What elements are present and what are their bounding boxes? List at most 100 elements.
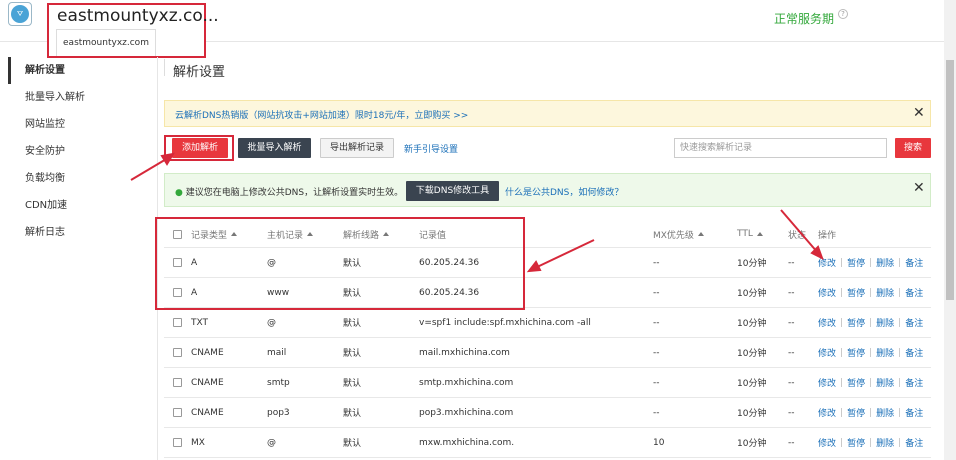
row-actions: 修改 | 暂停 | 删除 | 备注 [818,406,924,420]
close-icon[interactable]: ✕ [913,105,925,121]
table-row: CNAME pop3 默认 pop3.mxhichina.com -- 10分钟 -- 修改… [164,398,931,428]
help-icon[interactable]: ? [838,9,848,19]
row-actions: 修改 | 暂停 | 删除 | 备注 [818,436,924,450]
cell-status: -- [788,257,795,268]
domain-title[interactable]: eastmountyxz.co... [57,6,219,26]
note-link[interactable]: 备注 [905,406,923,419]
cell-mx: -- [653,407,660,418]
note-link[interactable]: 备注 [905,376,923,389]
sort-icon [756,232,763,236]
header-mx[interactable]: MX优先级 [653,221,704,247]
promo-link[interactable]: 云解析DNS热销版（网站抗攻击+网站加速）限时18元/年，立即购买 >> [175,108,468,121]
cell-ttl: 10分钟 [737,259,767,269]
row-actions: 修改 | 暂停 | 删除 | 备注 [818,316,924,330]
edit-link[interactable]: 修改 [818,256,836,269]
cell-value: mxw.mxhichina.com. [419,437,515,448]
search-button[interactable]: 搜索 [895,138,931,158]
cell-type: CNAME [191,347,224,358]
row-actions: 修改 | 暂停 | 删除 | 备注 [818,256,924,270]
sidebar-item-logs[interactable]: 解析日志 [8,219,157,246]
cell-mx: -- [653,257,660,268]
cell-host: @ [267,317,276,328]
sidebar-item-batch-import[interactable]: 批量导入解析 [8,84,157,111]
edit-link[interactable]: 修改 [818,346,836,359]
guide-link[interactable]: 新手引导设置 [404,142,458,155]
cell-host: smtp [267,377,290,388]
table-row: MX @ 默认 mxw.mxhichina.com. 10 10分钟 -- 修改 | 暂停 | … [164,428,931,458]
sidebar-item-load-balance[interactable]: 负载均衡 [8,165,157,192]
sidebar-item-site-monitor[interactable]: 网站监控 [8,111,157,138]
cell-type: MX [191,437,205,448]
cell-type: CNAME [191,407,224,418]
cell-line: 默认 [343,439,362,449]
row-checkbox[interactable] [173,428,182,457]
cell-ttl: 10分钟 [737,439,767,449]
pause-link[interactable]: 暂停 [847,346,865,359]
promo-banner: 云解析DNS热销版（网站抗攻击+网站加速）限时18元/年，立即购买 >> ✕ [164,100,931,127]
table-row: CNAME mail 默认 mail.mxhichina.com -- 10分钟 -- 修改… [164,338,931,368]
delete-link[interactable]: 删除 [876,346,894,359]
edit-link[interactable]: 修改 [818,436,836,449]
table-row: TXT @ 默认 v=spf1 include:spf.mxhichina.com -… [164,308,931,338]
export-records-button[interactable]: 导出解析记录 [320,138,394,158]
cell-status: -- [788,377,795,388]
annotation-highlight-a-records [155,217,525,310]
edit-link[interactable]: 修改 [818,316,836,329]
pause-link[interactable]: 暂停 [847,436,865,449]
domain-tab[interactable]: eastmountyxz.com [56,29,156,56]
cell-value: smtp.mxhichina.com [419,377,514,388]
title-divider [164,59,165,76]
row-checkbox[interactable] [173,368,182,397]
download-dns-tool-button[interactable]: 下载DNS修改工具 [406,181,499,201]
row-checkbox[interactable] [173,308,182,337]
sidebar-item-dns-settings[interactable]: 解析设置 [8,57,157,84]
cell-ttl: 10分钟 [737,379,767,389]
header-ttl[interactable]: TTL [737,221,763,247]
cell-line: 默认 [343,409,362,419]
sort-icon [697,232,704,236]
public-dns-help-link[interactable]: 什么是公共DNS，如何修改？ [505,185,623,198]
sidebar-item-cdn[interactable]: CDN加速 [8,192,157,219]
cell-type: TXT [191,317,209,328]
row-checkbox[interactable] [173,338,182,367]
delete-link[interactable]: 删除 [876,376,894,389]
pause-link[interactable]: 暂停 [847,316,865,329]
close-icon[interactable]: ✕ [913,180,925,196]
row-checkbox[interactable] [173,398,182,427]
logo-icon: ᗊ [11,5,29,23]
note-link[interactable]: 备注 [905,436,923,449]
note-link[interactable]: 备注 [905,346,923,359]
edit-link[interactable]: 修改 [818,406,836,419]
cell-host: @ [267,437,276,448]
pause-link[interactable]: 暂停 [847,406,865,419]
pause-link[interactable]: 暂停 [847,376,865,389]
cell-type: CNAME [191,377,224,388]
delete-link[interactable]: 删除 [876,316,894,329]
note-link[interactable]: 备注 [905,256,923,269]
delete-link[interactable]: 删除 [876,406,894,419]
delete-link[interactable]: 删除 [876,436,894,449]
cell-ttl: 10分钟 [737,319,767,329]
edit-link[interactable]: 修改 [818,376,836,389]
service-status: 正常服务期 [774,12,835,26]
delete-link[interactable]: 删除 [876,256,894,269]
scrollbar[interactable] [944,0,956,460]
delete-link[interactable]: 删除 [876,286,894,299]
sidebar-item-security[interactable]: 安全防护 [8,138,157,165]
row-actions: 修改 | 暂停 | 删除 | 备注 [818,286,924,300]
app-logo[interactable]: ᗊ [8,2,32,26]
note-link[interactable]: 备注 [905,316,923,329]
note-link[interactable]: 备注 [905,286,923,299]
search-input[interactable]: 快速搜索解析记录 [674,138,887,158]
batch-import-button[interactable]: 批量导入解析 [238,138,311,158]
cell-mx: -- [653,317,660,328]
annotation-highlight-add [164,135,234,161]
cell-value: pop3.mxhichina.com [419,407,514,418]
edit-link[interactable]: 修改 [818,286,836,299]
scrollbar-thumb[interactable] [946,60,954,300]
cell-ttl: 10分钟 [737,289,767,299]
cell-status: -- [788,287,795,298]
pause-link[interactable]: 暂停 [847,256,865,269]
cell-value: mail.mxhichina.com [419,347,510,358]
pause-link[interactable]: 暂停 [847,286,865,299]
